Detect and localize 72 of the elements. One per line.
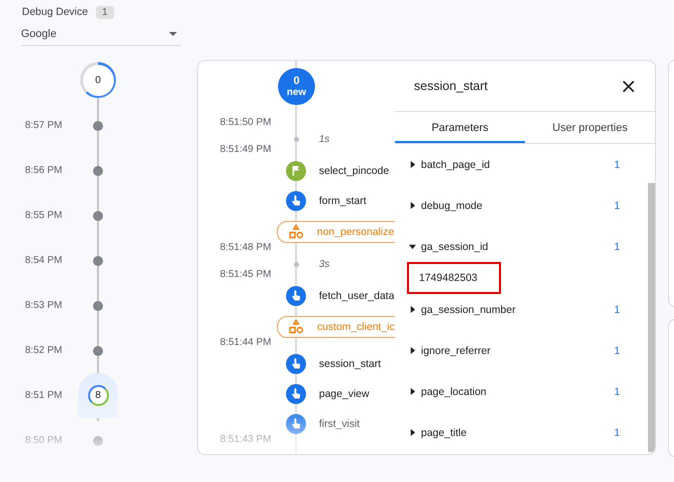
caret-icon[interactable] [409,306,416,313]
parameter-count: 1 [614,426,620,438]
caret-icon[interactable] [409,429,416,436]
timestamp: 8:51:50 PM [219,117,272,128]
minute-label: 8:56 PM [24,165,64,176]
hand-pointer-icon [286,384,306,404]
timestamp: 8:51:43 PM [219,434,272,445]
time-gap-label: 3s [318,258,331,270]
caret-icon[interactable] [409,388,416,395]
parameter-name[interactable]: ga_session_id [421,240,614,252]
time-gap-label: 1s [318,134,331,144]
caret-icon[interactable] [409,161,416,168]
caret-icon [169,32,177,36]
timestamp: 8:51:49 PM [219,144,272,155]
minute-dot[interactable] [93,120,103,130]
hand-pointer-icon [286,354,306,374]
event-name[interactable]: form_start [309,195,395,207]
parameter-name[interactable]: page_location [421,386,614,398]
event-name[interactable]: session_start [309,358,395,370]
tab[interactable]: Parameters [395,112,525,143]
parameter-count: 1 [614,200,620,212]
parameter-name[interactable]: debug_mode [421,200,614,212]
minute-event-count[interactable]: 8 [88,385,108,406]
timestamp: 8:51:45 PM [219,269,272,280]
minute-dot[interactable] [93,346,103,356]
timestamp: 8:51:44 PM [219,337,272,348]
parameter-count: 1 [614,304,620,316]
minute-label: 8:51 PM [24,390,64,401]
minute-label: 8:54 PM [24,255,64,266]
event-name[interactable]: select_pincode [309,165,395,177]
minute-dot[interactable] [93,300,103,310]
caret-icon[interactable] [409,243,416,250]
parameter-value: 1749482503 [407,262,502,294]
hand-pointer-icon [286,414,306,434]
flag-icon [286,161,306,181]
caret-icon[interactable] [409,202,416,209]
minute-label: 8:52 PM [24,345,64,356]
parameter-name[interactable]: ignore_referrer [421,344,614,356]
minute-label: 8:50 PM [24,435,64,446]
timestamp: 8:51:48 PM [219,242,272,253]
event-name[interactable]: first_visit [309,418,395,430]
parameter-count: 1 [614,158,620,170]
selected-minute-highlight[interactable]: 8 [78,373,118,418]
parameter-count: 1 [614,386,620,398]
minute-dot[interactable] [93,166,103,176]
parameter-name[interactable]: batch_page_id [421,158,614,170]
event-name[interactable]: page_view [309,388,395,400]
parameter-count: 1 [614,240,620,252]
parameter-name[interactable]: page_title [421,426,614,438]
parameter-name[interactable]: ga_session_number [421,304,614,316]
minute-label: 8:55 PM [24,210,64,221]
minute-label: 8:53 PM [24,300,64,311]
close-icon[interactable] [622,80,635,92]
debug-device-label: Debug Device [22,6,88,18]
scrollbar[interactable] [648,183,655,452]
live-event-counter: 0 [80,62,116,98]
shapes-icon [288,318,304,334]
event-name[interactable]: fetch_user_data [309,290,395,302]
new-events-badge[interactable]: 0 new [278,68,315,105]
shapes-icon [288,224,304,240]
parameter-count: 1 [614,344,620,356]
event-title: session_start [414,79,488,93]
minute-dot[interactable] [93,436,103,446]
device-dropdown[interactable]: Google [21,23,181,46]
minute-dot[interactable] [93,256,103,266]
hand-pointer-icon [286,191,306,211]
tab[interactable]: User properties [525,112,655,143]
minute-label: 8:57 PM [24,120,64,131]
minute-dot[interactable] [93,210,103,220]
caret-icon[interactable] [409,347,416,354]
device-count-badge: 1 [96,6,114,18]
hand-pointer-icon [286,286,306,306]
